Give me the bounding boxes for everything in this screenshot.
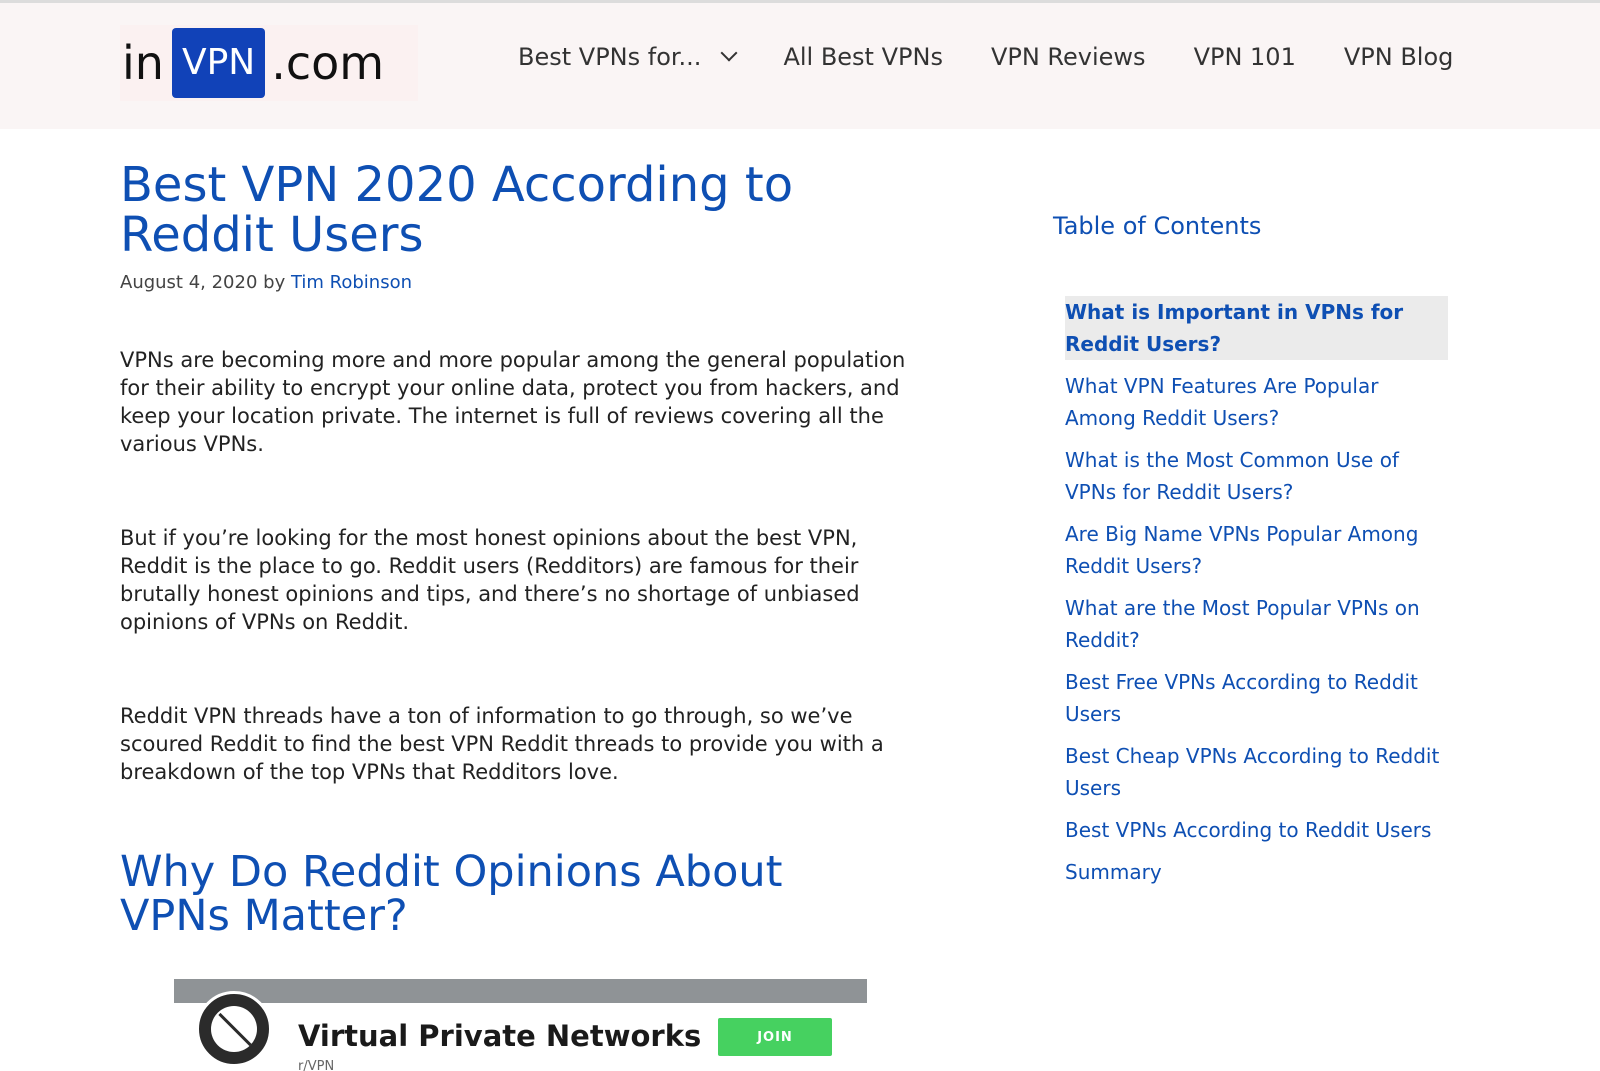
nav-vpn-101[interactable]: VPN 101 bbox=[1194, 43, 1296, 71]
toc-item-features[interactable]: What VPN Features Are Popular Among Redd… bbox=[1065, 370, 1448, 434]
toc-item-big-name[interactable]: Are Big Name VPNs Popular Among Reddit U… bbox=[1065, 518, 1448, 582]
banner-strip bbox=[174, 979, 867, 1003]
toc-item-best-vpns[interactable]: Best VPNs According to Reddit Users bbox=[1065, 814, 1448, 846]
toc-item-important[interactable]: What is Important in VPNs for Reddit Use… bbox=[1065, 296, 1448, 360]
author-link[interactable]: Tim Robinson bbox=[291, 272, 412, 293]
logo-suffix: .com bbox=[271, 36, 385, 90]
post-by: by bbox=[263, 272, 286, 293]
paragraph-reddit: But if you’re looking for the most hones… bbox=[120, 526, 860, 634]
page-title: Best VPN 2020 According to Reddit Users bbox=[120, 157, 794, 263]
toc-item-common-use[interactable]: What is the Most Common Use of VPNs for … bbox=[1065, 444, 1448, 508]
community-name: Virtual Private Networks bbox=[298, 1019, 702, 1053]
toc-list: What is Important in VPNs for Reddit Use… bbox=[1065, 296, 1448, 898]
nav-best-vpns-for[interactable]: Best VPNs for... bbox=[518, 43, 738, 71]
toc-item-cheap-vpns[interactable]: Best Cheap VPNs According to Reddit User… bbox=[1065, 740, 1448, 804]
community-avatar-icon bbox=[196, 991, 272, 1067]
post-date: August 4, 2020 bbox=[120, 272, 258, 293]
subreddit-name: r/VPN bbox=[298, 1059, 335, 1071]
nav-vpn-blog[interactable]: VPN Blog bbox=[1344, 43, 1454, 71]
paragraph-threads: Reddit VPN threads have a ton of informa… bbox=[120, 704, 884, 784]
logo-badge: VPN bbox=[171, 28, 266, 98]
toc-item-free-vpns[interactable]: Best Free VPNs According to Reddit Users bbox=[1065, 666, 1448, 730]
paragraph-intro: VPNs are becoming more and more popular … bbox=[120, 348, 906, 456]
site-header: in VPN .com Best VPNs for... All Best VP… bbox=[0, 3, 1600, 129]
post-meta: August 4, 2020 by Tim Robinson bbox=[120, 272, 920, 293]
reddit-community-image: Virtual Private Networks r/VPN JOIN bbox=[174, 979, 867, 1071]
toc-title: Table of Contents bbox=[1053, 212, 1262, 240]
article: Best VPN 2020 According to Reddit Users … bbox=[120, 157, 920, 938]
chevron-down-icon bbox=[720, 44, 738, 62]
nav-best-vpns-for-label: Best VPNs for... bbox=[518, 43, 702, 71]
main-nav: Best VPNs for... All Best VPNs VPN Revie… bbox=[518, 43, 1453, 71]
toc-item-summary[interactable]: Summary bbox=[1065, 856, 1448, 888]
table-of-contents: Table of Contents What is Important in V… bbox=[1053, 212, 1453, 884]
site-logo[interactable]: in VPN .com bbox=[120, 25, 418, 101]
nav-all-best-vpns[interactable]: All Best VPNs bbox=[783, 43, 943, 71]
nav-vpn-reviews[interactable]: VPN Reviews bbox=[991, 43, 1146, 71]
logo-prefix: in bbox=[122, 36, 164, 90]
toc-item-most-popular[interactable]: What are the Most Popular VPNs on Reddit… bbox=[1065, 592, 1448, 656]
join-button: JOIN bbox=[718, 1018, 832, 1056]
section-heading: Why Do Reddit Opinions About VPNs Matter… bbox=[120, 847, 783, 941]
